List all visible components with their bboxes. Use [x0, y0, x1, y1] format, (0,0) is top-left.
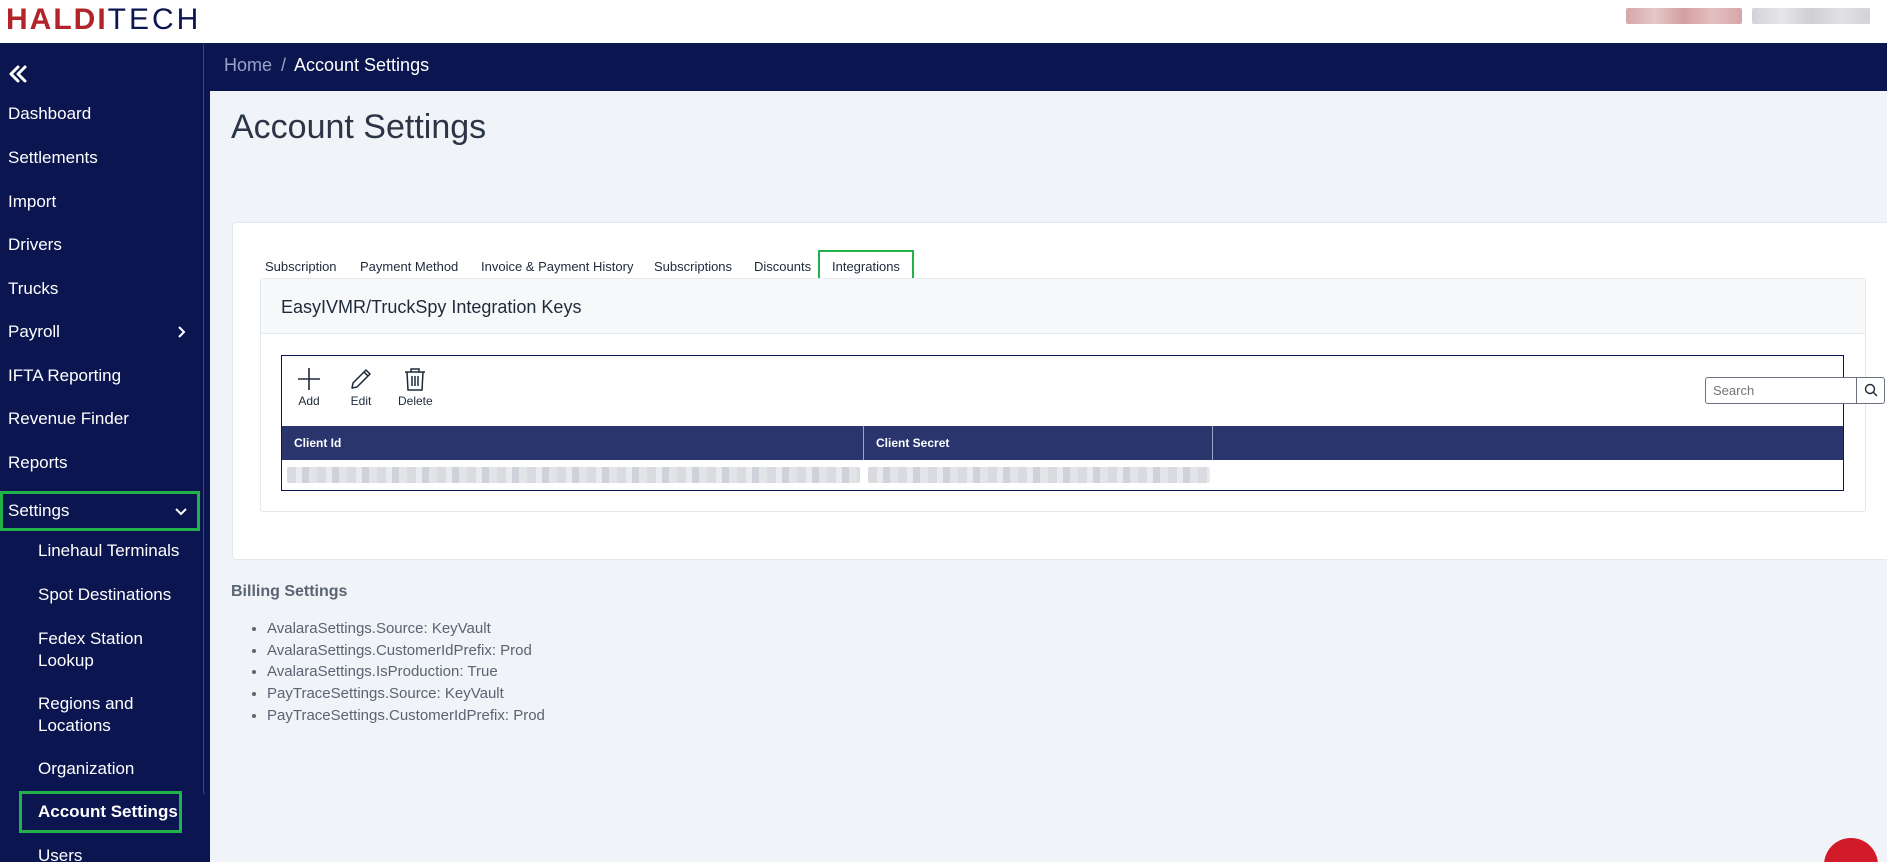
billing-settings-list: AvalaraSettings.Source: KeyVault Avalara… [267, 618, 545, 726]
collapse-sidebar-icon[interactable] [6, 62, 30, 86]
delete-button-label: Delete [398, 394, 433, 408]
column-header-client-secret[interactable]: Client Secret [864, 426, 1213, 460]
client-secret-cell-redacted [868, 467, 1210, 483]
search-icon [1864, 383, 1878, 397]
trash-icon [405, 368, 425, 391]
brand-logo[interactable]: HALDITECH [6, 3, 201, 37]
list-item: PayTraceSettings.Source: KeyVault [267, 683, 545, 705]
sidebar-subitem-fedex-station-lookup[interactable]: Fedex Station Lookup [38, 628, 158, 672]
integration-keys-grid: Add Edit Delete Client Id Client Secret [281, 355, 1885, 491]
sidebar-subitem-regions-and-locations[interactable]: Regions and Locations [38, 693, 148, 737]
breadcrumb-current: Account Settings [294, 55, 430, 75]
sidebar-item-payroll[interactable]: Payroll [0, 312, 200, 352]
sidebar-subitem-users[interactable]: Users [38, 845, 198, 862]
add-button-label: Add [298, 394, 320, 408]
chevron-down-icon [175, 508, 187, 516]
sidebar-item-settings-label: Settings [8, 501, 70, 520]
pencil-icon [351, 369, 371, 389]
sidebar-item-payroll-label: Payroll [8, 322, 60, 341]
grid-header-row: Client Id Client Secret [282, 426, 1843, 460]
list-item: AvalaraSettings.Source: KeyVault [267, 618, 545, 640]
sidebar: Dashboard Settlements Import Drivers Tru… [0, 43, 210, 862]
billing-settings-title: Billing Settings [231, 583, 348, 600]
help-chat-button[interactable] [1824, 838, 1878, 862]
plus-icon [298, 368, 320, 390]
sidebar-item-revenue-finder[interactable]: Revenue Finder [0, 399, 200, 439]
table-row[interactable] [282, 460, 1843, 490]
sidebar-item-drivers[interactable]: Drivers [0, 225, 200, 265]
panel-title: EasyIVMR/TruckSpy Integration Keys [281, 297, 582, 317]
edit-button-label: Edit [350, 394, 372, 408]
sidebar-item-ifta-reporting[interactable]: IFTA Reporting [0, 356, 200, 396]
page-title: Account Settings [231, 108, 487, 146]
sidebar-subitem-spot-destinations[interactable]: Spot Destinations [38, 584, 198, 606]
breadcrumb-separator: / [281, 55, 287, 75]
brand-logo-part2: TECH [107, 3, 202, 36]
sidebar-scrollbar[interactable] [203, 43, 209, 795]
sidebar-subitem-linehaul-terminals[interactable]: Linehaul Terminals [38, 540, 198, 562]
sidebar-item-import[interactable]: Import [0, 182, 200, 222]
delete-button[interactable]: Delete [398, 366, 433, 408]
sidebar-subitem-account-settings[interactable]: Account Settings [19, 791, 182, 833]
client-id-cell-redacted [287, 467, 860, 483]
integration-keys-panel: EasyIVMR/TruckSpy Integration Keys Add E… [260, 278, 1885, 512]
grid-search [1705, 377, 1885, 404]
sidebar-item-settings[interactable]: Settings [0, 491, 200, 531]
panel-header: EasyIVMR/TruckSpy Integration Keys [261, 279, 1865, 334]
top-bar: HALDITECH [0, 0, 1887, 43]
sidebar-item-dashboard[interactable]: Dashboard [0, 94, 200, 134]
search-button[interactable] [1856, 378, 1884, 403]
sidebar-item-trucks[interactable]: Trucks [0, 269, 200, 309]
add-button[interactable]: Add [296, 366, 322, 408]
user-name-redacted[interactable] [1626, 8, 1742, 24]
sidebar-subitem-organization[interactable]: Organization [38, 758, 198, 780]
chevron-right-icon [178, 326, 186, 338]
account-settings-card: Subscription Payment Method Invoice & Pa… [232, 222, 1887, 560]
user-org-redacted[interactable] [1752, 8, 1870, 24]
list-item: PayTraceSettings.CustomerIdPrefix: Prod [267, 705, 545, 727]
sidebar-item-reports[interactable]: Reports [0, 443, 200, 483]
list-item: AvalaraSettings.CustomerIdPrefix: Prod [267, 640, 545, 662]
breadcrumb: Home / Account Settings [210, 43, 1887, 91]
column-header-client-id[interactable]: Client Id [282, 426, 864, 460]
list-item: AvalaraSettings.IsProduction: True [267, 661, 545, 683]
brand-logo-part1: HALDI [6, 3, 108, 36]
breadcrumb-home-link[interactable]: Home [224, 55, 272, 76]
sidebar-item-settlements[interactable]: Settlements [0, 138, 200, 178]
edit-button[interactable]: Edit [348, 366, 374, 408]
